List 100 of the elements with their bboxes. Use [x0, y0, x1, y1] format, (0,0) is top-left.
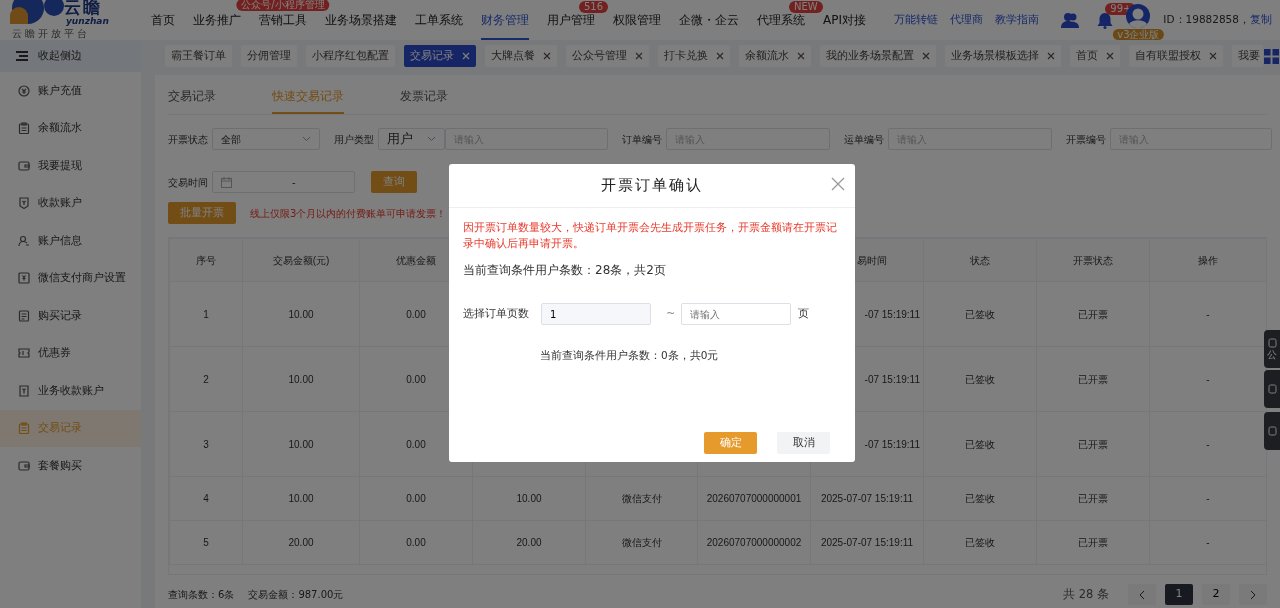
column-header: 易时间	[857, 254, 887, 266]
yen-card-icon	[18, 272, 30, 285]
side-tool-tab[interactable]	[1264, 412, 1280, 450]
grid-icon[interactable]	[1264, 48, 1279, 64]
filter-label: 用户类型	[334, 132, 372, 147]
date-range-field[interactable]: -	[212, 171, 355, 193]
confirm-button[interactable]: 确定	[704, 431, 757, 454]
nav-item[interactable]: 首页	[151, 12, 175, 28]
status-select[interactable]: 全部	[212, 128, 320, 150]
page-tab[interactable]: 交易记录	[168, 87, 216, 114]
coin-icon	[18, 84, 30, 97]
shield-icon	[18, 197, 30, 210]
bell-icon[interactable]	[1097, 11, 1114, 29]
open-tab[interactable]: 大牌点餐	[485, 45, 557, 67]
table-cell: 已开票	[1078, 308, 1108, 320]
open-tab[interactable]: 我要	[1232, 45, 1263, 67]
nav-item[interactable]: 权限管理	[613, 12, 661, 28]
nav-item[interactable]: API对接	[823, 12, 866, 28]
close-icon[interactable]	[543, 52, 551, 60]
column-header: 序号	[196, 254, 216, 266]
header-link[interactable]: 代理商	[950, 12, 984, 28]
filter-label: 运单编号	[844, 132, 882, 147]
open-tab[interactable]: 交易记录	[404, 45, 476, 67]
table-cell: 10.00	[288, 308, 314, 320]
open-tab[interactable]: 我的业务场景配置	[820, 45, 936, 67]
sidebar-item[interactable]: 业务收款账户	[0, 372, 141, 410]
table-cell: 已开票	[1078, 373, 1108, 385]
close-icon[interactable]	[716, 52, 724, 60]
result-count: 查询条数：6条	[168, 588, 235, 602]
sidebar-item[interactable]: 我要提现	[0, 147, 141, 185]
column-header: 交易金额(元)	[272, 254, 330, 266]
query-info: 当前查询条件用户条数：28条，共2页	[463, 262, 667, 279]
table-cell: -	[1206, 537, 1210, 548]
sidebar-item[interactable]: 账户信息	[0, 222, 141, 260]
nav-item[interactable]: 工单系统	[415, 12, 463, 28]
table-cell: 2025-07-07 15:19:11	[820, 493, 914, 504]
notification-badge: 公众号/小程序管理	[236, 0, 330, 11]
user-type-select[interactable]: 用户	[378, 128, 445, 150]
sidebar-item[interactable]: 套餐购买	[0, 447, 141, 485]
open-tab[interactable]: 分佣管理	[241, 45, 297, 67]
sidebar-item[interactable]: 优惠券	[0, 334, 141, 372]
table-cell: -	[1206, 438, 1210, 450]
cancel-button[interactable]: 取消	[777, 431, 830, 454]
close-icon[interactable]	[635, 52, 643, 60]
total-amount: 交易金额：987.00元	[248, 588, 344, 602]
nav-item[interactable]: 用户管理	[547, 12, 595, 28]
unit-label: 页	[798, 305, 810, 322]
sidebar-item[interactable]: 账户充值	[0, 72, 141, 110]
table-cell: 已签收	[965, 493, 995, 504]
filter-label: 订单编号	[622, 132, 660, 147]
sidebar-item[interactable]: 微信支付商户设置	[0, 259, 141, 297]
page-to-field[interactable]: 请输入	[681, 303, 792, 325]
nav-item[interactable]: 营销工具	[259, 12, 307, 28]
table-cell: -	[1206, 373, 1210, 385]
open-tab[interactable]: 公众号管理	[566, 45, 649, 67]
page-from-field[interactable]: 1	[541, 303, 651, 325]
side-tool-tab[interactable]: 公	[1264, 330, 1280, 368]
table-cell: 2	[203, 373, 209, 385]
close-icon[interactable]	[1209, 52, 1217, 60]
open-tab[interactable]: 余额流水	[739, 45, 811, 67]
open-tab[interactable]: 霸王餐订单	[165, 45, 232, 67]
nav-item[interactable]: 业务场景搭建	[325, 12, 397, 28]
copy-link[interactable]: 复制	[1250, 12, 1272, 28]
close-icon[interactable]	[797, 52, 805, 60]
clipboard-icon	[18, 422, 30, 435]
header-link[interactable]: 教学指南	[995, 12, 1040, 28]
page-button[interactable]: 1	[1165, 584, 1193, 605]
sidebar-item[interactable]: 余额流水	[0, 109, 141, 147]
page-button[interactable]: 2	[1202, 584, 1230, 605]
open-tab[interactable]: 自有联盟授权	[1129, 45, 1223, 67]
open-tab[interactable]: 业务场景模板选择	[945, 45, 1061, 67]
collapse-sidebar-button[interactable]: 收起侧边	[0, 40, 141, 72]
wallet-icon	[18, 159, 30, 172]
nav-item[interactable]: 业务推广	[193, 12, 241, 28]
nav-item[interactable]: 代理系统	[757, 12, 805, 28]
close-icon[interactable]	[831, 177, 845, 191]
close-icon[interactable]	[1047, 52, 1055, 60]
logo-tagline: 云瞻开放平台	[12, 28, 90, 39]
open-tab[interactable]: 打卡兑换	[658, 45, 730, 67]
sidebar-item[interactable]: 收款账户	[0, 184, 141, 222]
column-header: 优惠金额	[396, 254, 436, 266]
close-icon[interactable]	[1106, 52, 1114, 60]
ticket-icon	[18, 347, 30, 360]
header-link[interactable]: 万能转链	[894, 12, 939, 28]
nav-item[interactable]: 企微・企云	[679, 12, 739, 28]
page-tab[interactable]: 发票记录	[400, 87, 448, 114]
nav-item[interactable]: 财务管理	[481, 12, 529, 28]
open-tab[interactable]: 首页	[1070, 45, 1120, 67]
table-cell: 20260707000000001	[706, 493, 802, 504]
table-cell: 已开票	[1078, 537, 1108, 548]
sidebar-item[interactable]: 购买记录	[0, 297, 141, 335]
side-tool-tab[interactable]	[1264, 370, 1280, 408]
column-header: 开票状态	[1073, 254, 1113, 266]
table-cell: 20.00	[288, 537, 314, 548]
users-icon[interactable]	[1061, 12, 1080, 28]
caret-icon	[427, 136, 436, 142]
table-cell: 20.00	[516, 537, 542, 548]
side-tool-label: 公	[1267, 350, 1277, 360]
open-tab[interactable]: 小程序红包配置	[306, 45, 395, 67]
close-icon[interactable]	[922, 52, 930, 60]
